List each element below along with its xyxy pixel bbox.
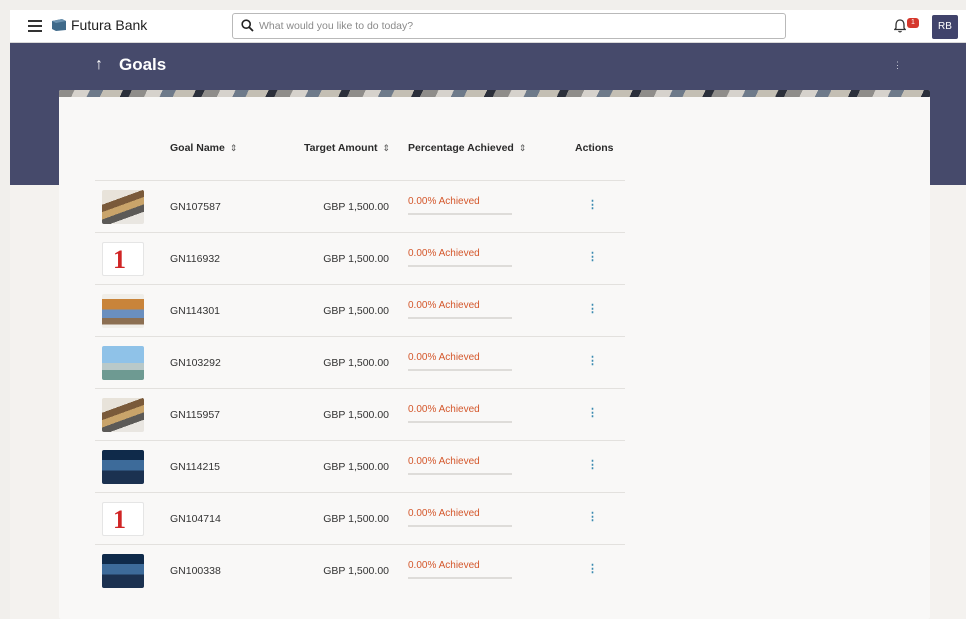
percentage-achieved: 0.00% Achieved — [408, 300, 480, 311]
table-row: GN115957 GBP 1,500.00 0.00% Achieved ⋮ — [95, 388, 625, 440]
progress-bar — [408, 577, 512, 579]
column-header-percentage-achieved[interactable]: Percentage Achieved ⇕ — [408, 142, 526, 154]
target-amount: GBP 1,500.00 — [323, 409, 389, 421]
target-amount: GBP 1,500.00 — [323, 357, 389, 369]
progress-bar — [408, 317, 512, 319]
column-header-actions: Actions — [575, 142, 614, 154]
target-amount: GBP 1,500.00 — [323, 461, 389, 473]
sort-icon[interactable]: ⇕ — [383, 143, 391, 153]
table-row: GN103292 GBP 1,500.00 0.00% Achieved ⋮ — [95, 336, 625, 388]
goal-image-books — [102, 190, 144, 224]
percentage-achieved: 0.00% Achieved — [408, 196, 480, 207]
target-amount: GBP 1,500.00 — [323, 253, 389, 265]
goal-image-number-one: 1 — [102, 242, 144, 276]
goal-name[interactable]: GN103292 — [170, 357, 221, 369]
row-actions-kebab-icon[interactable]: ⋮ — [587, 354, 598, 367]
table-row: GN100338 GBP 1,500.00 0.00% Achieved ⋮ — [95, 544, 625, 596]
background-left — [10, 185, 59, 619]
bank-logo-icon — [52, 19, 66, 31]
row-actions-kebab-icon[interactable]: ⋮ — [587, 198, 598, 211]
search-icon — [241, 19, 254, 32]
table-row: 1 GN116932 GBP 1,500.00 0.00% Achieved ⋮ — [95, 232, 625, 284]
progress-bar — [408, 369, 512, 371]
brand-name[interactable]: Futura Bank — [71, 17, 147, 33]
percentage-achieved: 0.00% Achieved — [408, 248, 480, 259]
table-row: GN114215 GBP 1,500.00 0.00% Achieved ⋮ — [95, 440, 625, 492]
notification-count-badge: 1 — [907, 18, 919, 28]
percentage-achieved: 0.00% Achieved — [408, 352, 480, 363]
search-bar[interactable] — [232, 13, 786, 39]
goal-image-travel-collage — [102, 294, 144, 328]
goals-card: Goal Name ⇕ Target Amount ⇕ Percentage Ach… — [59, 90, 930, 619]
progress-bar — [408, 213, 512, 215]
row-actions-kebab-icon[interactable]: ⋮ — [587, 406, 598, 419]
goal-name[interactable]: GN107587 — [170, 201, 221, 213]
target-amount: GBP 1,500.00 — [323, 305, 389, 317]
search-input[interactable] — [259, 17, 759, 35]
goal-name[interactable]: GN114301 — [170, 305, 220, 317]
goal-name[interactable]: GN114215 — [170, 461, 220, 473]
table-row: 1 GN104714 GBP 1,500.00 0.00% Achieved ⋮ — [95, 492, 625, 544]
percentage-achieved: 0.00% Achieved — [408, 560, 480, 571]
goal-name[interactable]: GN100338 — [170, 565, 221, 577]
goal-image-car — [102, 450, 144, 484]
sort-icon[interactable]: ⇕ — [230, 143, 238, 153]
target-amount: GBP 1,500.00 — [323, 201, 389, 213]
progress-bar — [408, 421, 512, 423]
hamburger-menu-icon[interactable] — [28, 20, 42, 32]
table-row: GN107587 GBP 1,500.00 0.00% Achieved ⋮ — [95, 180, 625, 232]
target-amount: GBP 1,500.00 — [323, 513, 389, 525]
goal-image-city — [102, 346, 144, 380]
back-arrow-icon[interactable]: ↑ — [95, 56, 103, 74]
column-header-target-amount[interactable]: Target Amount ⇕ — [304, 142, 390, 154]
progress-bar — [408, 265, 512, 267]
row-actions-kebab-icon[interactable]: ⋮ — [587, 510, 598, 523]
goal-name[interactable]: GN104714 — [170, 513, 221, 525]
page-options-kebab-icon[interactable]: ⋮ — [893, 60, 902, 71]
percentage-achieved: 0.00% Achieved — [408, 456, 480, 467]
percentage-achieved: 0.00% Achieved — [408, 508, 480, 519]
goal-image-books — [102, 398, 144, 432]
user-avatar[interactable]: RB — [932, 15, 958, 39]
page-title: Goals — [119, 55, 167, 74]
background-right — [930, 185, 966, 619]
row-actions-kebab-icon[interactable]: ⋮ — [587, 562, 598, 575]
goal-image-number-one: 1 — [102, 502, 144, 536]
goal-image-car — [102, 554, 144, 588]
row-actions-kebab-icon[interactable]: ⋮ — [587, 458, 598, 471]
sort-icon[interactable]: ⇕ — [519, 143, 527, 153]
top-bar: Futura Bank 1 RB — [10, 10, 966, 43]
notification-bell-icon[interactable] — [894, 19, 906, 33]
row-actions-kebab-icon[interactable]: ⋮ — [587, 302, 598, 315]
card-banner-pattern — [59, 90, 930, 97]
goal-name[interactable]: GN115957 — [170, 409, 220, 421]
progress-bar — [408, 473, 512, 475]
target-amount: GBP 1,500.00 — [323, 565, 389, 577]
percentage-achieved: 0.00% Achieved — [408, 404, 480, 415]
goal-name[interactable]: GN116932 — [170, 253, 220, 265]
column-header-goal-name[interactable]: Goal Name ⇕ — [170, 142, 237, 154]
row-actions-kebab-icon[interactable]: ⋮ — [587, 250, 598, 263]
table-row: GN114301 GBP 1,500.00 0.00% Achieved ⋮ — [95, 284, 625, 336]
progress-bar — [408, 525, 512, 527]
